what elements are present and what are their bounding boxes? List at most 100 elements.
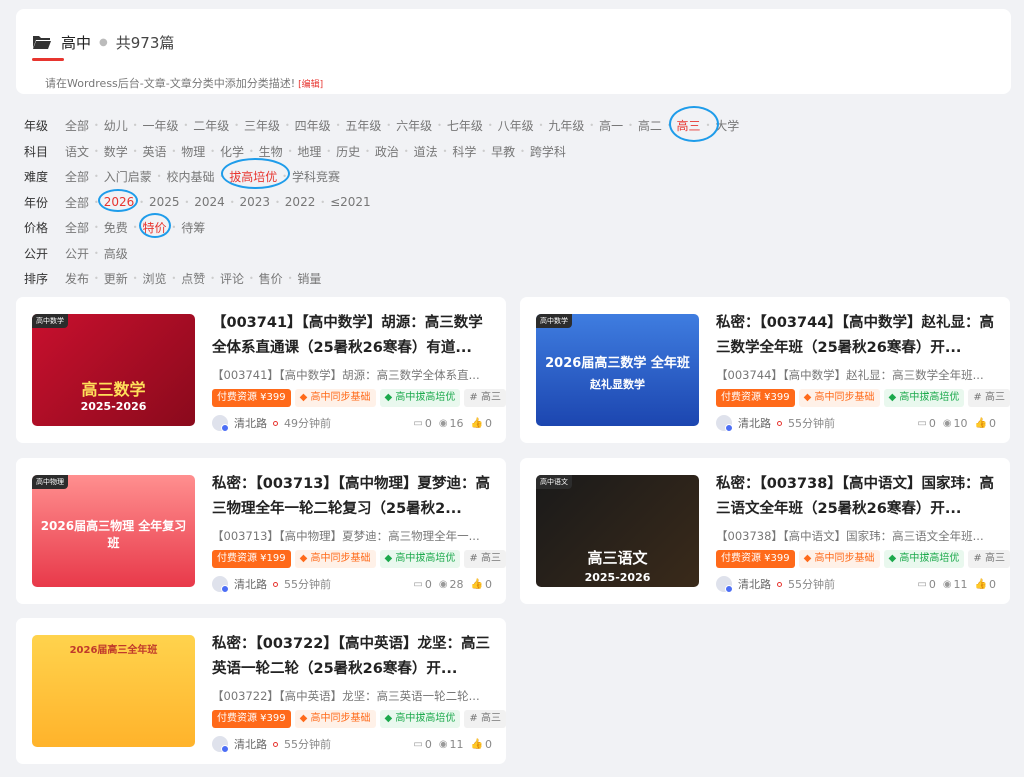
filter-option[interactable]: 浏览 — [142, 270, 166, 287]
filter-option[interactable]: 政治 — [375, 143, 399, 160]
filter-option[interactable]: 更新 — [104, 270, 128, 287]
author-name[interactable]: 清北路 — [738, 576, 771, 592]
filter-option[interactable]: 评论 — [220, 270, 244, 287]
filter-option[interactable]: 2022 — [285, 195, 316, 209]
price-badge[interactable]: 付费资源 ¥399 — [212, 710, 291, 728]
filter-option[interactable]: 发布 — [65, 270, 89, 287]
post-title[interactable]: 私密：【003713】【高中物理】夏梦迪：高三物理全年一轮二轮复习（25暑秋2.… — [212, 472, 492, 522]
tag-grade[interactable]: # 高三 — [464, 389, 506, 407]
tag-advanced[interactable]: ◆ 高中拔高培优 — [379, 389, 461, 407]
filter-option[interactable]: 2023 — [240, 195, 271, 209]
filter-option[interactable]: 2025 — [149, 195, 180, 209]
filter-option[interactable]: 校内基础 — [166, 168, 214, 185]
tag-grade[interactable]: # 高三 — [968, 550, 1010, 568]
filter-option[interactable]: 道法 — [414, 143, 438, 160]
filter-option[interactable]: 高级 — [104, 245, 128, 262]
tag-grade[interactable]: # 高三 — [464, 550, 506, 568]
filter-option[interactable]: 全部 — [65, 194, 89, 211]
tag-advanced[interactable]: ◆ 高中拔高培优 — [883, 550, 965, 568]
tag-advanced[interactable]: ◆ 高中拔高培优 — [883, 389, 965, 407]
author-name[interactable]: 清北路 — [234, 576, 267, 592]
post-thumbnail[interactable]: 高中物理 2026届高三物理 全年复习班 — [32, 475, 195, 587]
filter-option[interactable]: 一年级 — [142, 117, 178, 134]
post-card[interactable]: 高中语文 高三语文 2025-2026 私密：【003738】【高中语文】国家玮… — [520, 458, 1010, 604]
filter-option[interactable]: 生物 — [259, 143, 283, 160]
filter-option[interactable]: 点赞 — [181, 270, 205, 287]
filter-option[interactable]: 高一 — [599, 117, 623, 134]
filter-option[interactable]: 数学 — [104, 143, 128, 160]
filter-option[interactable]: 公开 — [65, 245, 89, 262]
like-stat[interactable]: 👍 0 — [975, 417, 996, 430]
like-stat[interactable]: 👍 0 — [975, 578, 996, 591]
post-title[interactable]: 【003741】【高中数学】胡源：高三数学全体系直通课（25暑秋26寒春）有道.… — [212, 311, 492, 361]
tag-advanced[interactable]: ◆ 高中拔高培优 — [379, 550, 461, 568]
like-stat[interactable]: 👍 0 — [471, 578, 492, 591]
like-stat[interactable]: 👍 0 — [471, 417, 492, 430]
filter-option[interactable]: 待筹 — [181, 219, 205, 236]
filter-option[interactable]: 六年级 — [396, 117, 432, 134]
post-thumbnail[interactable]: 2026届高三全年班 — [32, 635, 195, 747]
post-thumbnail[interactable]: 高中数学 2026届高三数学 全年班 赵礼显数学 — [536, 314, 699, 426]
filter-option[interactable]: 八年级 — [498, 117, 534, 134]
post-card[interactable]: 高中数学 2026届高三数学 全年班 赵礼显数学 私密：【003744】【高中数… — [520, 297, 1010, 443]
filter-option[interactable]: 早教 — [491, 143, 515, 160]
avatar[interactable] — [212, 576, 229, 593]
filter-option[interactable]: 九年级 — [548, 117, 584, 134]
post-card[interactable]: 2026届高三全年班 私密：【003722】【高中英语】龙坚：高三英语一轮二轮（… — [16, 618, 506, 764]
filter-option[interactable]: 免费 — [104, 219, 128, 236]
avatar[interactable] — [716, 415, 733, 432]
tag-sync-basic[interactable]: ◆ 高中同步基础 — [294, 710, 376, 728]
filter-option[interactable]: 三年级 — [244, 117, 280, 134]
tag-sync-basic[interactable]: ◆ 高中同步基础 — [798, 389, 880, 407]
filter-option[interactable]: 五年级 — [345, 117, 381, 134]
filter-option[interactable]: 学科竞赛 — [292, 168, 340, 185]
filter-option[interactable]: 七年级 — [447, 117, 483, 134]
filter-option[interactable]: 二年级 — [193, 117, 229, 134]
filter-option[interactable]: 语文 — [65, 143, 89, 160]
avatar[interactable] — [212, 736, 229, 753]
filter-option[interactable]: 化学 — [220, 143, 244, 160]
price-badge[interactable]: 付费资源 ¥199 — [212, 550, 291, 568]
post-stats: ▭ 0 ◉ 16 👍 0 — [413, 417, 492, 430]
post-card[interactable]: 高中物理 2026届高三物理 全年复习班 私密：【003713】【高中物理】夏梦… — [16, 458, 506, 604]
post-thumbnail[interactable]: 高中数学 高三数学 2025-2026 — [32, 314, 195, 426]
filter-option[interactable]: 地理 — [297, 143, 321, 160]
avatar[interactable] — [716, 576, 733, 593]
filter-option[interactable]: 高二 — [638, 117, 662, 134]
edit-link[interactable]: [编辑] — [298, 80, 323, 90]
author-name[interactable]: 清北路 — [234, 415, 267, 431]
filter-option[interactable]: 售价 — [259, 270, 283, 287]
like-stat[interactable]: 👍 0 — [471, 738, 492, 751]
filter-option[interactable]: 跨学科 — [530, 143, 566, 160]
tag-advanced[interactable]: ◆ 高中拔高培优 — [379, 710, 461, 728]
filter-option[interactable]: 幼儿 — [104, 117, 128, 134]
post-title[interactable]: 私密：【003744】【高中数学】赵礼显：高三数学全年班（25暑秋26寒春）开.… — [716, 311, 996, 361]
filter-option[interactable]: 入门启蒙 — [104, 168, 152, 185]
post-card[interactable]: 高中数学 高三数学 2025-2026 【003741】【高中数学】胡源：高三数… — [16, 297, 506, 443]
tag-sync-basic[interactable]: ◆ 高中同步基础 — [798, 550, 880, 568]
tag-grade[interactable]: # 高三 — [968, 389, 1010, 407]
post-title[interactable]: 私密：【003738】【高中语文】国家玮：高三语文全年班（25暑秋26寒春）开.… — [716, 472, 996, 522]
post-thumbnail[interactable]: 高中语文 高三语文 2025-2026 — [536, 475, 699, 587]
price-badge[interactable]: 付费资源 ¥399 — [716, 550, 795, 568]
tag-grade[interactable]: # 高三 — [464, 710, 506, 728]
author-name[interactable]: 清北路 — [738, 415, 771, 431]
filter-option[interactable]: 2024 — [194, 195, 225, 209]
filter-option[interactable]: 全部 — [65, 117, 89, 134]
tag-sync-basic[interactable]: ◆ 高中同步基础 — [294, 389, 376, 407]
filter-option[interactable]: ≤2021 — [330, 195, 371, 209]
filter-option[interactable]: 物理 — [181, 143, 205, 160]
filter-option[interactable]: 英语 — [142, 143, 166, 160]
filter-option[interactable]: 全部 — [65, 219, 89, 236]
filter-option[interactable]: 历史 — [336, 143, 360, 160]
avatar[interactable] — [212, 415, 229, 432]
tag-sync-basic[interactable]: ◆ 高中同步基础 — [294, 550, 376, 568]
filter-option[interactable]: 全部 — [65, 168, 89, 185]
filter-option[interactable]: 四年级 — [295, 117, 331, 134]
filter-option[interactable]: 科学 — [452, 143, 476, 160]
price-badge[interactable]: 付费资源 ¥399 — [212, 389, 291, 407]
filter-option[interactable]: 销量 — [297, 270, 321, 287]
price-badge[interactable]: 付费资源 ¥399 — [716, 389, 795, 407]
post-title[interactable]: 私密：【003722】【高中英语】龙坚：高三英语一轮二轮（25暑秋26寒春）开.… — [212, 632, 492, 682]
author-name[interactable]: 清北路 — [234, 736, 267, 752]
